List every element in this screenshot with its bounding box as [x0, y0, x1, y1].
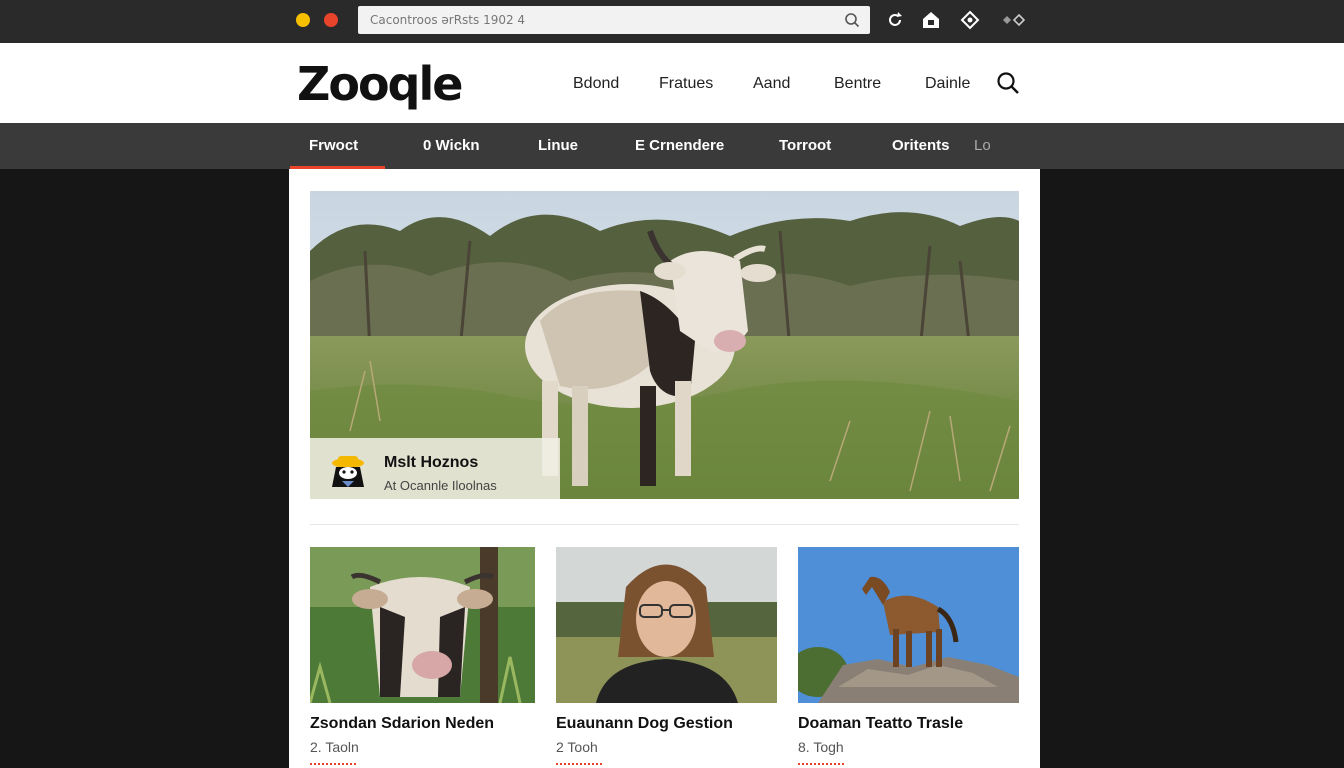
article-thumbnail[interactable]	[798, 547, 1019, 703]
article-title[interactable]: Zsondan Sdarion Neden	[310, 715, 535, 733]
section-divider	[310, 524, 1019, 525]
article-meta: 2 Tooh	[556, 739, 598, 755]
top-nav-item[interactable]: Bentre	[834, 75, 881, 93]
article-tag	[798, 763, 844, 767]
article-thumbnail[interactable]	[556, 547, 777, 703]
article-title[interactable]: Doaman Teatto Trasle	[798, 715, 1019, 733]
top-nav-item[interactable]: Dainle	[925, 75, 970, 93]
top-nav-item[interactable]: Aand	[753, 75, 790, 93]
article-meta: 8. Togh	[798, 739, 844, 755]
avatar-icon	[332, 456, 364, 487]
horse-on-rocks-photo	[798, 547, 1019, 703]
article-title[interactable]: Euaunann Dog Gestion	[556, 715, 777, 733]
home-icon[interactable]	[921, 10, 941, 30]
category-nav: Frwoct 0 Wickn Linue E Crnendere Torroot…	[0, 123, 1344, 169]
browser-toolbar: Cacontroos ərRsts 1902 4	[0, 0, 1344, 43]
category-tab[interactable]: 0 Wickn	[423, 137, 480, 154]
hero-image[interactable]: Mslt Hoznos At Ocannle Iloolnas	[310, 191, 1019, 499]
search-icon[interactable]	[844, 12, 860, 28]
hero-caption[interactable]: Mslt Hoznos At Ocannle Iloolnas	[310, 438, 560, 499]
category-tab[interactable]: Linue	[538, 137, 578, 154]
top-nav-item[interactable]: Bdond	[573, 75, 619, 93]
main-content: Mslt Hoznos At Ocannle Iloolnas Zsondan	[289, 169, 1040, 768]
cow-closeup-photo	[310, 547, 535, 703]
settings-icon[interactable]	[960, 10, 980, 30]
search-icon[interactable]	[996, 71, 1020, 95]
category-tab[interactable]: Oritents	[892, 137, 950, 154]
top-nav-item[interactable]: Fratues	[659, 75, 713, 93]
site-logo[interactable]: Zooqle	[297, 57, 463, 111]
category-tab[interactable]: Frwoct	[309, 137, 358, 154]
window-minimize-button[interactable]	[296, 13, 310, 27]
article-thumbnail[interactable]	[310, 547, 535, 703]
extensions-icon[interactable]	[1001, 10, 1027, 30]
person-portrait-photo	[556, 547, 777, 703]
article-tag	[556, 763, 602, 767]
site-header: Zooqle Bdond Fratues Aand Bentre Dainle	[0, 43, 1344, 123]
article-card[interactable]: Zsondan Sdarion Neden 2. Taoln	[310, 547, 535, 767]
address-bar[interactable]: Cacontroos ərRsts 1902 4	[358, 6, 870, 34]
article-meta: 2. Taoln	[310, 739, 359, 755]
address-text: Cacontroos ərRsts 1902 4	[370, 13, 526, 27]
category-tab[interactable]: Torroot	[779, 137, 831, 154]
article-card[interactable]: Doaman Teatto Trasle 8. Togh	[798, 547, 1019, 767]
hero-caption-title: Mslt Hoznos	[384, 454, 479, 471]
category-more[interactable]: Lo	[974, 137, 991, 154]
category-tab[interactable]: E Crnendere	[635, 137, 724, 154]
refresh-icon[interactable]	[885, 10, 905, 30]
article-card[interactable]: Euaunann Dog Gestion 2 Tooh	[556, 547, 777, 767]
article-tag	[310, 763, 356, 767]
hero-caption-subtitle: At Ocannle Iloolnas	[384, 478, 497, 493]
window-close-button[interactable]	[324, 13, 338, 27]
